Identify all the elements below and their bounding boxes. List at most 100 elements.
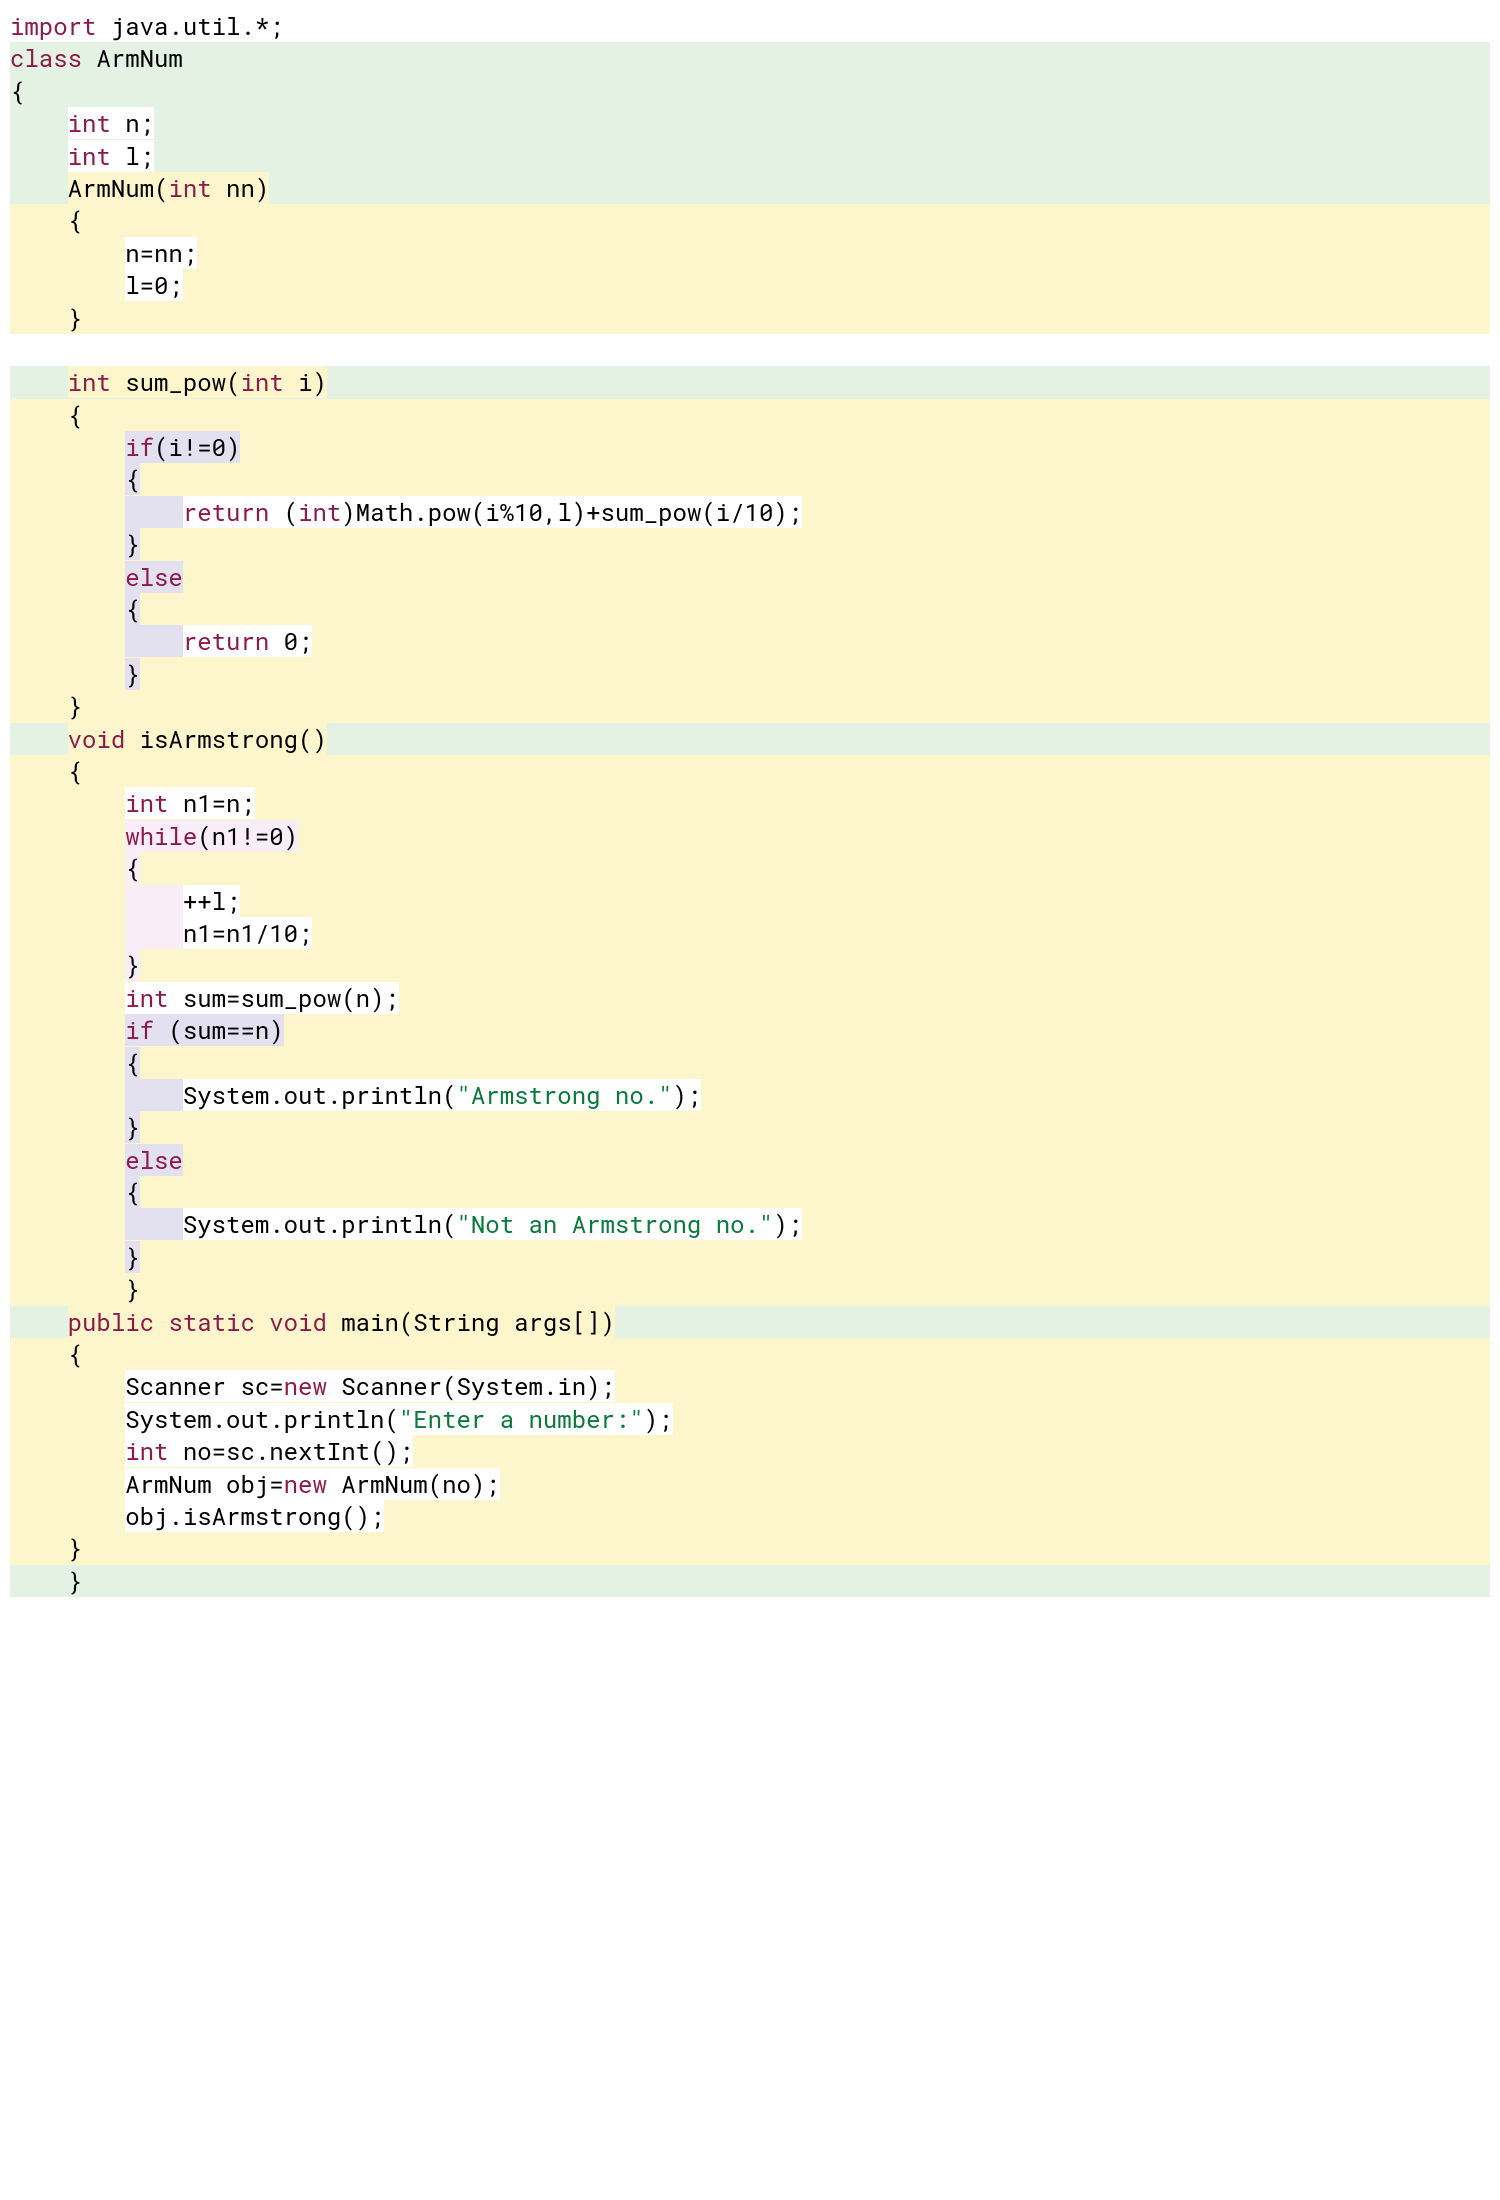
code-line: } bbox=[10, 690, 1490, 722]
code-token bbox=[10, 723, 68, 755]
code-token: (sum==n) bbox=[154, 1014, 284, 1046]
code-token: (n1!=0) bbox=[197, 820, 298, 852]
code-token: if bbox=[125, 431, 154, 463]
code-token bbox=[10, 1241, 125, 1273]
code-token bbox=[10, 1500, 125, 1532]
code-line: if (sum==n) bbox=[10, 1014, 1490, 1046]
code-line: ArmNum obj=new ArmNum(no); bbox=[10, 1468, 1490, 1500]
code-line: System.out.println("Enter a number:"); bbox=[10, 1403, 1490, 1435]
code-token: } bbox=[125, 949, 139, 981]
code-token: System.out.println( bbox=[125, 1403, 399, 1435]
code-token: "Armstrong no." bbox=[456, 1079, 672, 1111]
code-token bbox=[154, 1306, 168, 1338]
code-token bbox=[125, 496, 183, 528]
code-token: } bbox=[10, 302, 82, 334]
code-token: int bbox=[125, 787, 168, 819]
code-token: n1=n1/10; bbox=[183, 917, 313, 949]
code-token: else bbox=[125, 1144, 183, 1176]
code-line: { bbox=[10, 204, 1490, 236]
code-token: ); bbox=[673, 1079, 702, 1111]
code-token: void bbox=[269, 1306, 327, 1338]
code-line: int l; bbox=[10, 140, 1490, 172]
code-token: int bbox=[298, 496, 341, 528]
code-token bbox=[10, 949, 125, 981]
code-line: } bbox=[10, 528, 1490, 560]
code-line: } bbox=[10, 1565, 1490, 1597]
code-token: { bbox=[10, 399, 82, 431]
code-token: return bbox=[183, 625, 269, 657]
code-line: else bbox=[10, 561, 1490, 593]
code-token bbox=[10, 463, 125, 495]
code-line: return 0; bbox=[10, 625, 1490, 657]
code-token bbox=[125, 917, 183, 949]
code-token bbox=[10, 1014, 125, 1046]
code-token: new bbox=[284, 1468, 327, 1500]
code-token: System.out.println( bbox=[183, 1208, 457, 1240]
code-token: int bbox=[240, 366, 283, 398]
code-token: int bbox=[125, 982, 168, 1014]
code-line: { bbox=[10, 463, 1490, 495]
code-line: ArmNum(int nn) bbox=[10, 172, 1490, 204]
code-token bbox=[10, 561, 125, 593]
code-token: } bbox=[125, 528, 139, 560]
code-block: import java.util.*;class ArmNum{ int n; … bbox=[10, 10, 1490, 1597]
code-token bbox=[10, 1208, 125, 1240]
code-token: int bbox=[68, 366, 111, 398]
code-token: "Not an Armstrong no." bbox=[456, 1208, 773, 1240]
code-line: n1=n1/10; bbox=[10, 917, 1490, 949]
code-token: return bbox=[183, 496, 269, 528]
code-token: main(String args[]) bbox=[327, 1306, 615, 1338]
code-line: { bbox=[10, 1047, 1490, 1079]
code-token bbox=[10, 172, 68, 204]
code-line: else bbox=[10, 1144, 1490, 1176]
code-line: { bbox=[10, 593, 1490, 625]
code-token: ArmNum(no); bbox=[327, 1468, 500, 1500]
code-token bbox=[10, 1306, 68, 1338]
code-token: Scanner sc= bbox=[125, 1370, 283, 1402]
code-token: int bbox=[68, 140, 111, 172]
code-token: void bbox=[68, 723, 126, 755]
code-token: { bbox=[10, 1338, 82, 1370]
code-token: n=nn; bbox=[125, 237, 197, 269]
code-token: new bbox=[284, 1370, 327, 1402]
code-token bbox=[10, 269, 125, 301]
code-token: ArmNum obj= bbox=[125, 1468, 283, 1500]
code-token bbox=[10, 431, 125, 463]
code-line: int n; bbox=[10, 107, 1490, 139]
code-token: 0; bbox=[269, 625, 312, 657]
code-line: } bbox=[10, 1532, 1490, 1564]
code-token: n1=n; bbox=[168, 787, 254, 819]
code-token: while bbox=[125, 820, 197, 852]
code-line: int sum_pow(int i) bbox=[10, 366, 1490, 398]
code-token bbox=[10, 107, 68, 139]
code-token bbox=[10, 1370, 125, 1402]
code-line: { bbox=[10, 755, 1490, 787]
code-token: { bbox=[10, 204, 82, 236]
code-token bbox=[10, 1435, 125, 1467]
code-token bbox=[125, 1079, 183, 1111]
code-line: l=0; bbox=[10, 269, 1490, 301]
code-token bbox=[10, 625, 125, 657]
code-line: void isArmstrong() bbox=[10, 723, 1490, 755]
code-token: nn) bbox=[212, 172, 270, 204]
code-token: l=0; bbox=[125, 269, 183, 301]
code-token: { bbox=[125, 593, 139, 625]
code-token bbox=[10, 334, 24, 366]
code-token: ); bbox=[773, 1208, 802, 1240]
code-token: ArmNum( bbox=[68, 172, 169, 204]
code-token: System.out.println( bbox=[183, 1079, 457, 1111]
code-token: { bbox=[125, 852, 139, 884]
code-token: sum=sum_pow(n); bbox=[168, 982, 398, 1014]
code-token bbox=[10, 1111, 125, 1143]
code-token: } bbox=[125, 1111, 139, 1143]
code-token: public bbox=[68, 1306, 154, 1338]
code-line: { bbox=[10, 1176, 1490, 1208]
code-line: } bbox=[10, 1111, 1490, 1143]
code-token: Scanner(System.in); bbox=[327, 1370, 615, 1402]
code-token bbox=[10, 593, 125, 625]
code-line: { bbox=[10, 852, 1490, 884]
code-token bbox=[10, 1176, 125, 1208]
code-token: no=sc.nextInt(); bbox=[168, 1435, 413, 1467]
code-token bbox=[10, 982, 125, 1014]
code-token bbox=[10, 1047, 125, 1079]
